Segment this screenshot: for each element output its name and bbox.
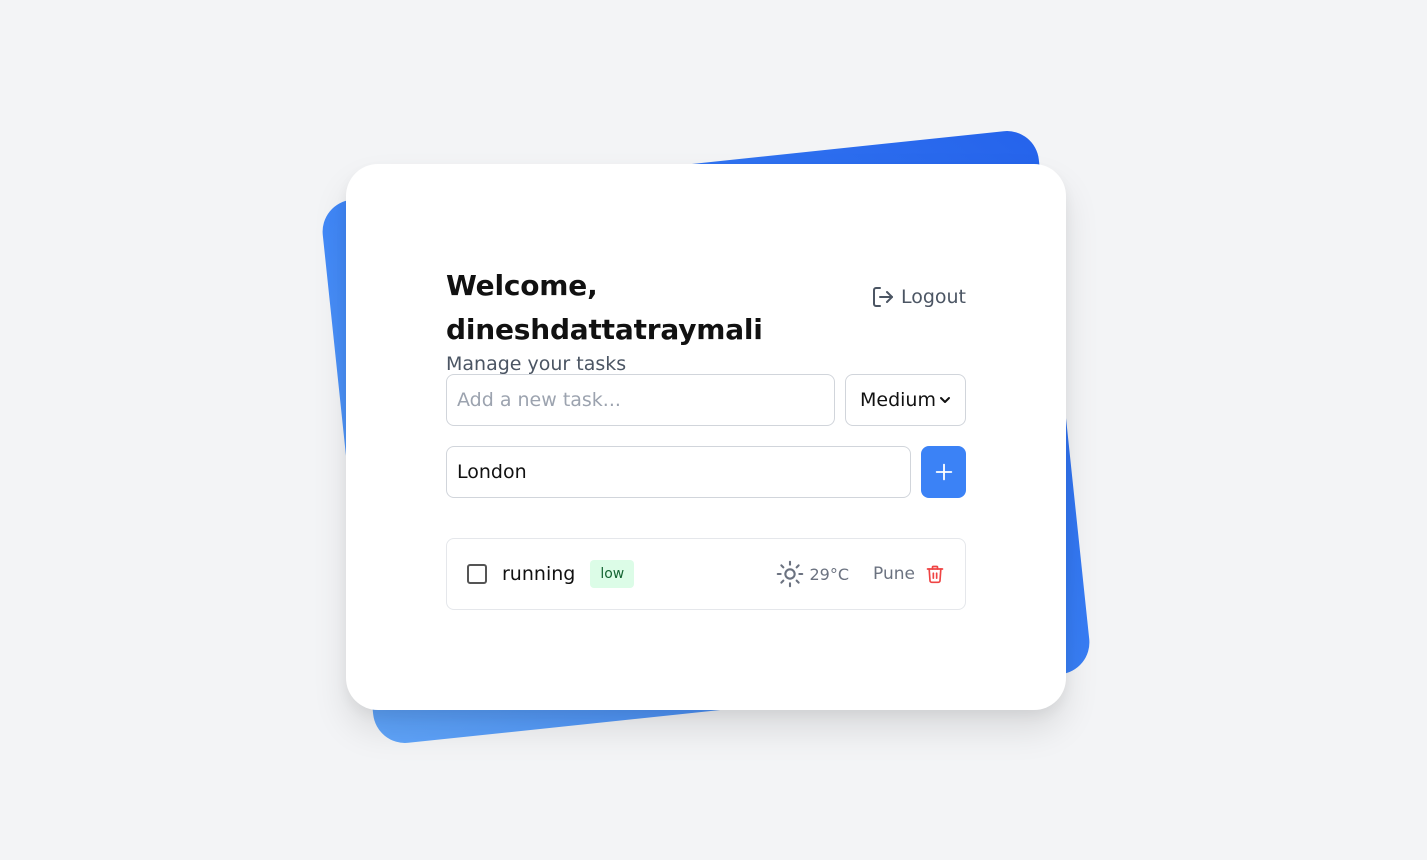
location-input[interactable] <box>446 446 911 498</box>
temperature: 29°C <box>809 564 850 584</box>
location-form-row <box>446 446 966 498</box>
page: Welcome, dineshdattatraymali Manage your… <box>0 0 1427 860</box>
logout-label: Logout <box>900 286 966 308</box>
task-item: running low 29°C Pune <box>446 538 966 610</box>
weather-info: 29°C <box>776 560 850 588</box>
trash-icon <box>926 565 944 584</box>
chevron-down-icon <box>940 397 950 403</box>
sun-icon <box>776 560 803 588</box>
priority-badge: low <box>590 560 635 588</box>
priority-selected-value: Medium <box>860 389 936 411</box>
logout-icon <box>872 287 893 307</box>
header: Welcome, dineshdattatraymali Manage your… <box>446 264 966 375</box>
plus-icon <box>935 463 952 481</box>
card-content: Welcome, dineshdattatraymali Manage your… <box>446 264 966 610</box>
task-form-row: Medium <box>446 374 966 426</box>
priority-select[interactable]: Medium <box>845 374 966 426</box>
task-location: Pune <box>873 564 915 584</box>
page-title: Welcome, dineshdattatraymali <box>446 269 763 346</box>
new-task-input[interactable] <box>446 374 835 426</box>
add-task-button[interactable] <box>921 446 966 498</box>
task-text: running <box>502 563 576 585</box>
delete-task-button[interactable] <box>925 564 945 584</box>
page-subtitle: Manage your tasks <box>446 353 627 375</box>
task-card: Welcome, dineshdattatraymali Manage your… <box>346 164 1066 710</box>
header-text: Welcome, dineshdattatraymali Manage your… <box>446 264 871 376</box>
task-checkbox[interactable] <box>467 564 487 584</box>
logout-button[interactable]: Logout <box>871 285 966 309</box>
task-list: running low 29°C Pune <box>446 538 966 610</box>
